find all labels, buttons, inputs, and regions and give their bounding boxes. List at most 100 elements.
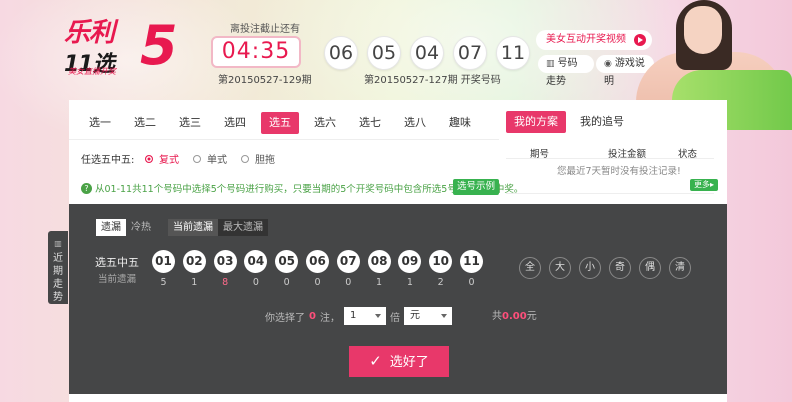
play-type-tabs: 选一 选二 选三 选四 选五 选六 选七 选八 趣味 (81, 112, 486, 134)
info-icon: ? (81, 182, 92, 194)
omission-tab[interactable]: 最大遗漏 (218, 219, 268, 236)
confirm-button[interactable]: ✓ 选好了 (349, 346, 449, 377)
draw-ball: 04 (410, 36, 444, 70)
location-icon: ◉ (604, 59, 612, 69)
draw-ball: 07 (453, 36, 487, 70)
more-button[interactable]: 更多▸ (690, 179, 718, 191)
mode-option-label: 复式 (159, 155, 179, 166)
number-ball[interactable]: 07 (336, 250, 360, 273)
number-ball[interactable]: 01 (152, 250, 175, 273)
number-ball[interactable]: 03 (213, 250, 237, 273)
ball-column: 08 1 (367, 250, 391, 288)
tab-选二[interactable]: 选二 (126, 112, 164, 134)
tab-选三[interactable]: 选三 (171, 112, 209, 134)
radio-icon[interactable] (241, 154, 249, 163)
current-period: 第20150527-129期 (218, 75, 312, 86)
ball-column: 09 1 (398, 250, 422, 288)
mode-option[interactable]: 胆拖 (241, 151, 275, 166)
mode-option-label: 单式 (207, 155, 227, 166)
col-amount: 投注金额 (608, 149, 647, 160)
bar-chart-icon: ▥ (54, 239, 62, 248)
recent-trend-label: 近期走势 (53, 253, 63, 303)
total-value: 0.00 (502, 311, 527, 322)
omission-value: 0 (252, 277, 259, 288)
stats-tab[interactable]: 遗漏 (96, 219, 126, 236)
plan-tab[interactable]: 我的方案 (506, 111, 566, 133)
countdown-timer: 04:35 (211, 36, 301, 68)
total-amount: 共0.00元 (492, 307, 537, 322)
stats-tab[interactable]: 冷热 (126, 219, 156, 236)
omission-value: 2 (437, 277, 444, 288)
quick-select-button[interactable]: 奇 (609, 257, 631, 279)
quick-select-button[interactable]: 偶 (639, 257, 661, 279)
mode-option[interactable]: 单式 (193, 151, 227, 166)
tab-趣味[interactable]: 趣味 (441, 112, 479, 134)
tab-选七[interactable]: 选七 (351, 112, 389, 134)
row-sub-label: 当前遗漏 (98, 274, 137, 285)
draw-ball: 11 (496, 36, 530, 70)
logo-sub: 美女直播开奖 (68, 67, 116, 76)
play-panel: 选一 选二 选三 选四 选五 选六 选七 选八 趣味 我的方案 我的追号 任选五中五: 复式 单式 胆… (69, 100, 727, 204)
plan-tab[interactable]: 我的追号 (572, 111, 632, 133)
mode-label: 任选五中五: (81, 155, 135, 166)
total-unit: 元 (526, 311, 537, 322)
quick-select-button[interactable]: 大 (549, 257, 571, 279)
total-prefix: 共 (492, 311, 502, 322)
currency-select[interactable]: 元 (403, 307, 452, 325)
ball-column: 04 0 (244, 250, 268, 288)
omission-value: 0 (345, 277, 352, 288)
recent-trend-tab[interactable]: ▥ 近期走势 (48, 231, 68, 304)
omission-value: 1 (191, 277, 198, 288)
check-icon: ✓ (369, 352, 382, 370)
number-ball[interactable]: 09 (398, 250, 422, 273)
draw-ball: 06 (324, 36, 358, 70)
omission-value: 0 (283, 277, 290, 288)
ball-column: 01 5 (152, 250, 175, 288)
selection-prefix: 你选择了 (265, 312, 305, 324)
omission-tabs: 当前遗漏 最大遗漏 (168, 219, 268, 236)
bar-chart-icon: ▥ (546, 59, 555, 69)
tab-选四[interactable]: 选四 (216, 112, 254, 134)
omission-value: 0 (468, 277, 475, 288)
mode-option[interactable]: 复式 (145, 151, 179, 166)
ball-column: 03 8 (213, 250, 237, 288)
selection-suffix: 注， (319, 312, 340, 324)
logo-five: 5 (140, 14, 178, 77)
ball-column: 07 0 (336, 250, 360, 288)
number-ball[interactable]: 10 (429, 250, 453, 273)
tab-选六[interactable]: 选六 (306, 112, 344, 134)
stats-tabs: 遗漏 冷热 (96, 219, 156, 236)
number-balls: 01 5 02 1 03 8 04 0 05 0 06 0 07 0 08 1 09 1 10 2 11 0 (152, 250, 483, 288)
radio-icon[interactable] (145, 154, 153, 163)
number-ball[interactable]: 11 (459, 250, 483, 273)
ball-column: 02 1 (182, 250, 206, 288)
multiple-unit: 倍 (389, 312, 400, 324)
number-ball[interactable]: 08 (367, 250, 391, 273)
example-button[interactable]: 选号示例 (453, 179, 500, 195)
quick-select-button[interactable]: 全 (519, 257, 541, 279)
mode-option-label: 胆拖 (255, 155, 275, 166)
last-draw-balls: 06 05 04 07 11 (324, 36, 530, 70)
last-draw-label: 第20150527-127期 开奖号码 (364, 75, 501, 86)
quick-select-button[interactable]: 小 (579, 257, 601, 279)
number-ball[interactable]: 02 (182, 250, 206, 273)
draw-ball: 05 (367, 36, 401, 70)
radio-icon[interactable] (193, 154, 201, 163)
omission-tab[interactable]: 当前遗漏 (168, 219, 218, 236)
selection-count: 0 (309, 310, 316, 322)
number-ball[interactable]: 05 (275, 250, 299, 273)
number-ball[interactable]: 04 (244, 250, 268, 273)
countdown-label: 离投注截止还有 (230, 24, 300, 35)
tab-选一[interactable]: 选一 (81, 112, 119, 134)
ball-column: 06 0 (305, 250, 329, 288)
tab-选八[interactable]: 选八 (396, 112, 434, 134)
mode-options: 复式 单式 胆拖 (145, 151, 275, 166)
trend-link[interactable]: ▥ 号码走势 (538, 55, 594, 87)
multiple-select[interactable]: 1 (343, 307, 386, 325)
col-period: 期号 (530, 149, 550, 160)
quick-select-button[interactable]: 清 (669, 257, 691, 279)
logo[interactable]: 乐利 11选 5 美女直播开奖 (64, 18, 184, 84)
plan-tabs: 我的方案 我的追号 (506, 111, 632, 133)
number-ball[interactable]: 06 (305, 250, 329, 273)
tab-选五[interactable]: 选五 (261, 112, 299, 134)
